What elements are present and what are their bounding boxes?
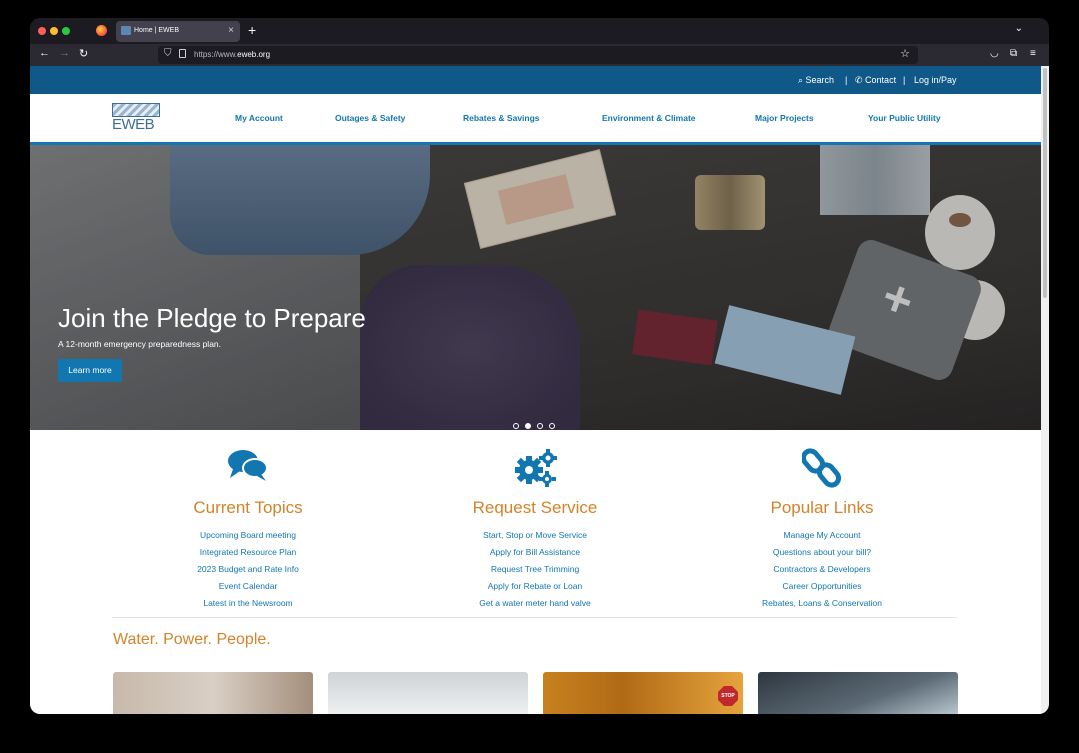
close-window-button[interactable] — [38, 27, 46, 35]
current-topics-column: Current Topics Upcoming Board meeting In… — [128, 448, 368, 608]
carousel-dot-3[interactable] — [537, 423, 543, 429]
hero-subtitle: A 12-month emergency preparedness plan. — [58, 339, 222, 349]
utility-bar: ⌕ Search | ✆ Contact | Log in/Pay — [30, 66, 1041, 94]
back-arrow-icon[interactable]: ← — [39, 47, 50, 59]
chain-link-icon — [702, 448, 942, 490]
tagline-heading: Water. Power. People. — [113, 631, 271, 648]
web-page: ⌕ Search | ✆ Contact | Log in/Pay EWEB M… — [30, 66, 1041, 714]
new-tab-button[interactable]: + — [248, 22, 256, 38]
request-service-title: Request Service — [472, 498, 598, 517]
url-domain: eweb.org — [237, 50, 271, 59]
tab-bar: Home | EWEB × + ⌄ — [30, 18, 1049, 44]
popular-links-title: Popular Links — [770, 498, 874, 517]
nav-your-public-utility[interactable]: Your Public Utility — [868, 113, 941, 123]
bookmark-star-icon[interactable]: ☆ — [900, 47, 910, 60]
scrollbar-thumb[interactable] — [1043, 68, 1047, 298]
page-scrollbar[interactable] — [1041, 66, 1049, 714]
feature-card-4[interactable] — [758, 672, 958, 714]
lock-icon[interactable] — [179, 49, 186, 58]
logo-waves-graphic — [112, 103, 160, 117]
request-service-column: Request Service Start, Stop or Move Serv… — [415, 448, 655, 608]
nav-my-account[interactable]: My Account — [235, 113, 283, 123]
link-bill-assistance[interactable]: Apply for Bill Assistance — [415, 547, 655, 557]
search-label: Search — [805, 75, 835, 85]
shield-icon[interactable]: ⛉ — [164, 48, 172, 59]
link-event-calendar[interactable]: Event Calendar — [128, 581, 368, 591]
link-water-meter-valve[interactable]: Get a water meter hand valve — [415, 598, 655, 608]
current-topics-title: Current Topics — [193, 498, 303, 517]
minimize-window-button[interactable] — [50, 27, 58, 35]
forward-arrow-icon[interactable]: → — [59, 47, 70, 59]
separator: | — [845, 75, 848, 85]
hero-title: Join the Pledge to Prepare — [58, 303, 366, 333]
link-rebates-loans-conservation[interactable]: Rebates, Loans & Conservation — [702, 598, 942, 608]
url-text[interactable]: https://www.eweb.org — [194, 50, 270, 59]
menu-hamburger-icon[interactable]: ≡ — [1030, 48, 1036, 59]
link-integrated-resource-plan[interactable]: Integrated Resource Plan — [128, 547, 368, 557]
feature-card-3[interactable]: STOP — [543, 672, 743, 714]
hero-overlay — [30, 145, 1041, 430]
extensions-icon[interactable]: ⧉ — [1010, 48, 1017, 59]
link-newsroom[interactable]: Latest in the Newsroom — [128, 598, 368, 608]
feature-card-2[interactable] — [328, 672, 528, 714]
link-contractors-developers[interactable]: Contractors & Developers — [702, 564, 942, 574]
main-navigation: EWEB My Account Outages & Safety Rebates… — [30, 94, 1041, 145]
link-manage-account[interactable]: Manage My Account — [702, 530, 942, 540]
browser-window: Home | EWEB × + ⌄ ← → ↻ ⛉ https://www.ew… — [30, 18, 1049, 714]
tab-title: Home | EWEB — [134, 27, 179, 34]
nav-major-projects[interactable]: Major Projects — [755, 113, 814, 123]
link-start-stop-move[interactable]: Start, Stop or Move Service — [415, 530, 655, 540]
login-pay-link[interactable]: Log in/Pay — [914, 75, 957, 85]
eweb-logo[interactable]: EWEB — [112, 103, 162, 135]
gears-icon — [415, 448, 655, 490]
carousel-dot-1[interactable] — [513, 423, 519, 429]
url-prefix: https://www. — [194, 50, 238, 59]
link-career-opportunities[interactable]: Career Opportunities — [702, 581, 942, 591]
reload-icon[interactable]: ↻ — [79, 47, 88, 60]
chat-bubbles-icon — [128, 448, 368, 490]
nav-environment-climate[interactable]: Environment & Climate — [602, 113, 696, 123]
hero-carousel: Join the Pledge to Prepare A 12-month em… — [30, 145, 1041, 430]
link-bill-questions[interactable]: Questions about your bill? — [702, 547, 942, 557]
contact-link[interactable]: ✆ Contact — [855, 75, 896, 86]
zoom-window-button[interactable] — [62, 27, 70, 35]
carousel-indicators — [513, 416, 561, 430]
close-tab-icon[interactable]: × — [228, 25, 234, 36]
tab-home-eweb[interactable]: Home | EWEB × — [116, 21, 240, 42]
feature-card-1[interactable] — [113, 672, 313, 714]
pocket-icon[interactable]: ◡ — [990, 48, 999, 59]
eweb-favicon-icon — [121, 26, 131, 35]
link-budget-rate-info[interactable]: 2023 Budget and Rate Info — [128, 564, 368, 574]
logo-text: EWEB — [112, 116, 155, 133]
popular-links-column: Popular Links Manage My Account Question… — [702, 448, 942, 608]
tab-list-chevron-icon[interactable]: ⌄ — [1015, 23, 1023, 34]
navigation-bar: ← → ↻ ⛉ https://www.eweb.org ☆ ◡ ⧉ ≡ — [30, 44, 1049, 66]
separator: | — [903, 75, 906, 85]
carousel-dot-2[interactable] — [525, 423, 531, 429]
learn-more-button[interactable]: Learn more — [58, 359, 122, 382]
link-rebate-loan[interactable]: Apply for Rebate or Loan — [415, 581, 655, 591]
link-tree-trimming[interactable]: Request Tree Trimming — [415, 564, 655, 574]
address-bar[interactable]: ⛉ https://www.eweb.org ☆ — [158, 46, 918, 64]
stop-sign-graphic: STOP — [718, 686, 738, 706]
nav-rebates-savings[interactable]: Rebates & Savings — [463, 113, 540, 123]
carousel-dot-4[interactable] — [549, 423, 555, 429]
firefox-icon — [96, 25, 107, 36]
section-divider — [112, 617, 957, 618]
nav-outages-safety[interactable]: Outages & Safety — [335, 113, 405, 123]
search-link[interactable]: ⌕ Search — [798, 75, 834, 86]
link-upcoming-board-meeting[interactable]: Upcoming Board meeting — [128, 530, 368, 540]
contact-label: Contact — [865, 75, 897, 85]
